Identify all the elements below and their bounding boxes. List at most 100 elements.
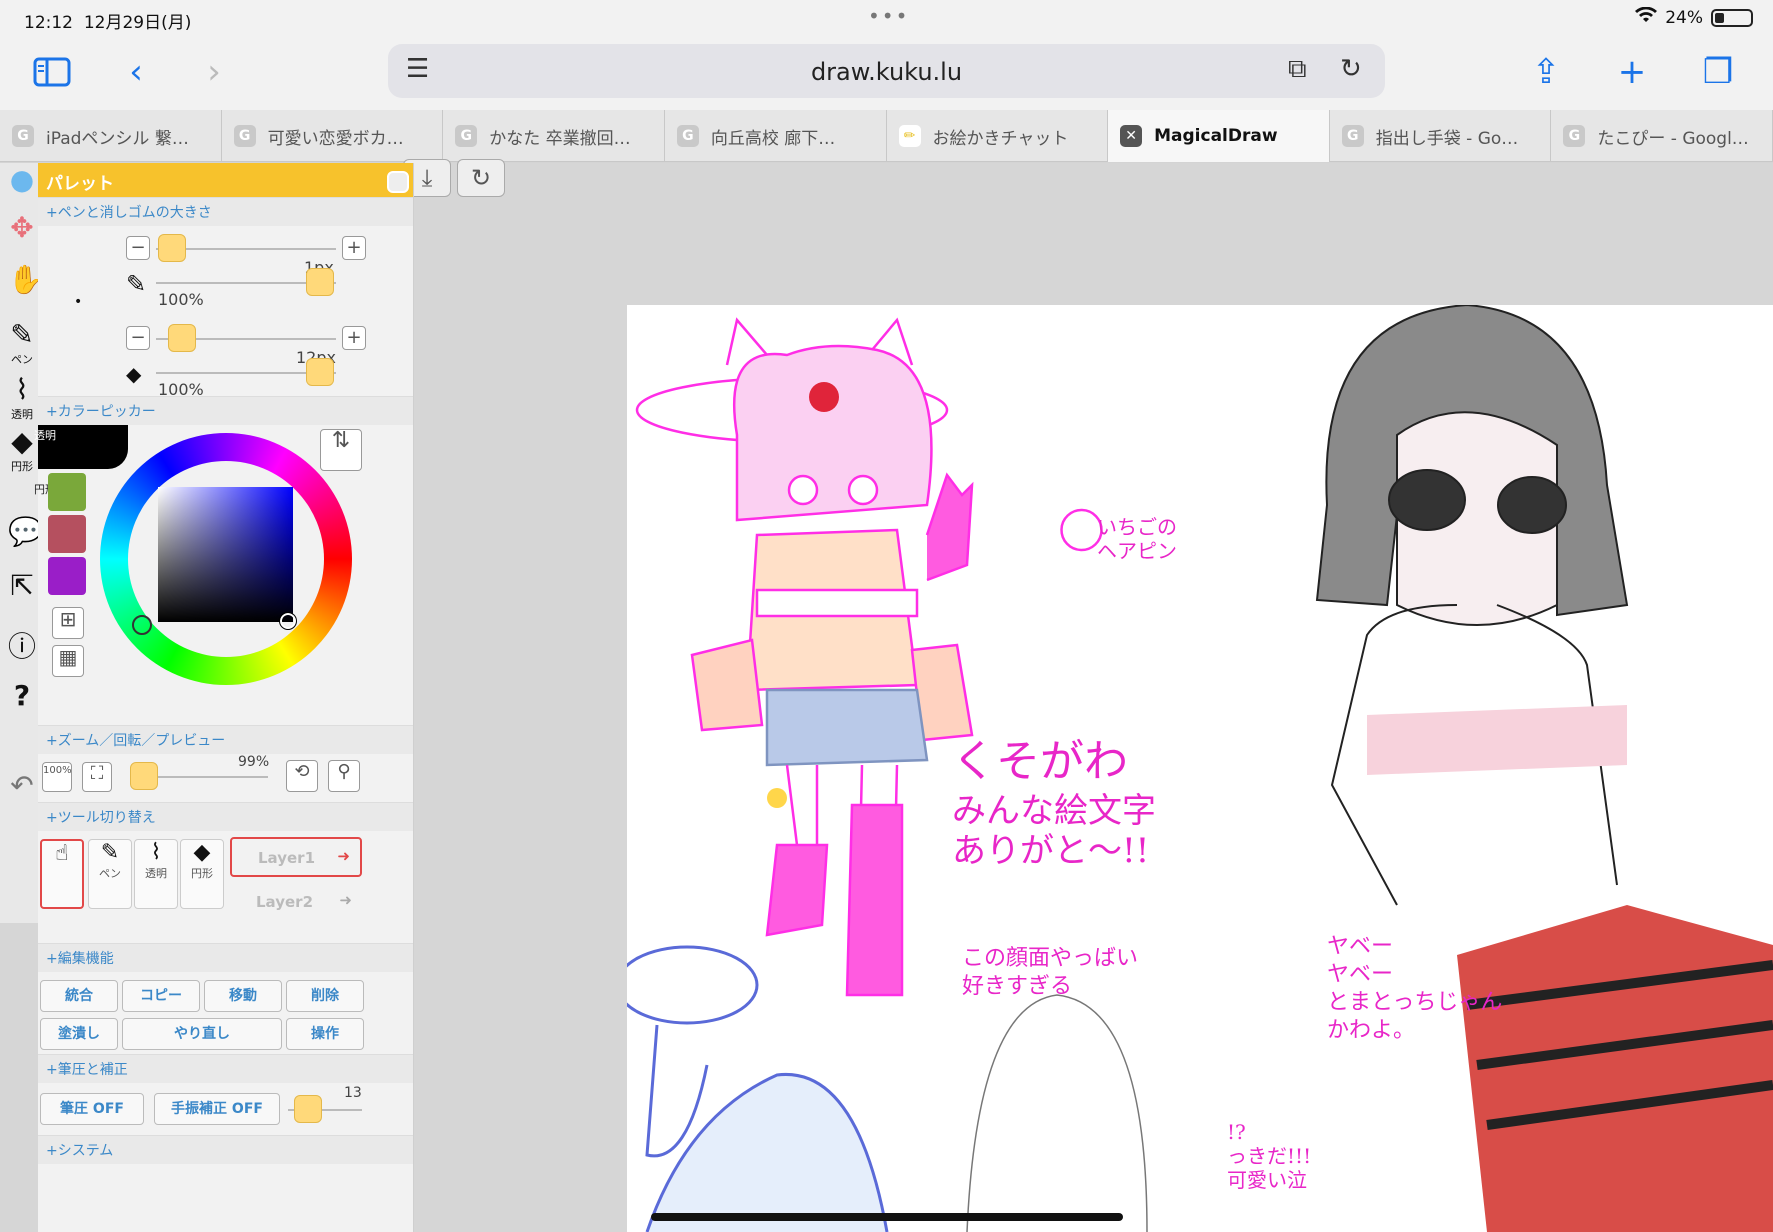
layer1-button[interactable]: Layer1 ➜ <box>230 837 362 877</box>
zoom-value: 99% <box>238 754 270 770</box>
swatch-menu-icon[interactable]: ▦ <box>52 645 84 677</box>
size-sliders: • − + 1px ✎ 100% − + 12px ◆ 100% <box>38 226 413 399</box>
canvas-top-buttons: ⤓ ↻ <box>403 159 505 197</box>
forward-icon[interactable]: › <box>190 48 238 96</box>
left-toolbar: ● ✥ ✋ ✎ ペン ⌇ 透明 ◆ 円形 💬 ⇱ ⓘ ? ↶ <box>0 163 43 923</box>
fit-screen-icon[interactable]: ⛶ <box>82 762 112 792</box>
reload-icon[interactable]: ↻ <box>1340 54 1362 84</box>
pen-tool-button[interactable]: ✎ ペン <box>88 839 132 909</box>
eraser-size-plus-button[interactable]: + <box>342 326 366 350</box>
move-arrows-icon[interactable]: ✥ <box>8 211 36 247</box>
section-tool-switch[interactable]: +ツール切り替え <box>38 802 413 831</box>
color-picker: 透明 円形 ⊞ ▦ ⇅ <box>34 425 413 725</box>
new-tab-icon[interactable]: + <box>1608 48 1656 96</box>
swatch-green[interactable] <box>48 473 86 511</box>
section-system[interactable]: +システム <box>38 1135 413 1164</box>
dropper-icon[interactable]: ⌇ 透明 <box>8 373 36 421</box>
tabs-overview-icon[interactable]: ❐ <box>1694 48 1742 96</box>
copy-button[interactable]: コピー <box>122 980 200 1012</box>
back-icon[interactable]: ‹ <box>112 48 160 96</box>
magicaldraw-page: ⤓ ↻ いちごの ヘアピン くそがわ みんな絵文字 ありがと〜!! この顔面やっ… <box>0 159 1773 1232</box>
pen-size-minus-button[interactable]: − <box>126 236 150 260</box>
drawing-canvas[interactable]: いちごの ヘアピン くそがわ みんな絵文字 ありがと〜!! この顔面やっばい 好… <box>627 305 1773 1232</box>
hand-icon: ☝ <box>55 841 69 866</box>
eraser-icon[interactable]: ◆ 円形 <box>8 425 36 473</box>
zoom-knob[interactable] <box>130 762 158 790</box>
canvas-text-face: この顔面やっばい 好きすぎる <box>962 946 1139 999</box>
google-icon: G <box>676 125 699 147</box>
palette-panel: パレット +ペンと消しゴムの大きさ • − + 1px ✎ 100% − + 1… <box>34 163 414 1232</box>
color-circle-icon[interactable]: ● <box>8 163 36 199</box>
pen-small-icon: ✎ <box>126 270 147 298</box>
browser-toolbar: ‹ › ☰ draw.kuku.lu ⧉ ↻ ⇪ + ❐ <box>0 36 1773 110</box>
multitask-dots-icon[interactable]: ••• <box>868 4 909 28</box>
exit-icon[interactable]: ⇱ <box>8 569 36 605</box>
tab-0[interactable]: GiPadペンシル 繋… <box>0 110 222 162</box>
google-icon: G <box>233 125 256 147</box>
redo-button[interactable]: やり直し <box>122 1018 282 1050</box>
tab-2[interactable]: G かなた 卒業撤回… <box>443 110 665 162</box>
eraser-opacity-knob[interactable] <box>306 358 334 386</box>
google-icon: G <box>455 125 478 147</box>
section-pressure[interactable]: +筆圧と補正 <box>38 1054 413 1083</box>
pen-size-plus-button[interactable]: + <box>342 236 366 260</box>
swatch-red[interactable] <box>48 515 86 553</box>
tab-6[interactable]: G 指出し手袋 - Go… <box>1330 110 1552 162</box>
section-zoom[interactable]: +ズーム／回転／プレビュー <box>38 725 413 754</box>
tab-4[interactable]: ✏ お絵かきチャット <box>887 110 1109 162</box>
url-text[interactable]: draw.kuku.lu <box>388 58 1385 86</box>
section-edit[interactable]: +編集機能 <box>38 943 413 972</box>
transparent-tool-button[interactable]: ⌇ 透明 <box>134 839 178 909</box>
section-color-picker[interactable]: +カラーピッカー <box>38 396 413 425</box>
dropper-icon: ⌇ <box>150 840 162 865</box>
tab-1[interactable]: G 可愛い恋愛ボカ… <box>222 110 444 162</box>
battery-icon <box>1711 8 1753 27</box>
eraser-size-knob[interactable] <box>168 324 196 352</box>
share-icon[interactable]: ⇪ <box>1522 48 1570 96</box>
pressure-off-button[interactable]: 筆圧 OFF <box>40 1093 144 1125</box>
help-icon[interactable]: ? <box>8 679 36 715</box>
eraser-size-minus-button[interactable]: − <box>126 326 150 350</box>
refresh-icon[interactable]: ↻ <box>457 159 505 197</box>
hand-tool-button[interactable]: ☝ <box>40 839 84 909</box>
tab-7[interactable]: G たこぴー - Googl… <box>1551 110 1773 162</box>
tab-3[interactable]: G 向丘高校 廊下… <box>665 110 887 162</box>
info-icon[interactable]: ⓘ <box>8 625 36 663</box>
layer2-button[interactable]: Layer2 ➜ <box>230 883 362 923</box>
red-striped-drawing <box>1457 905 1773 1232</box>
close-tab-icon[interactable]: ✕ <box>1120 125 1143 147</box>
move-button[interactable]: 移動 <box>204 980 282 1012</box>
section-pen-eraser-size[interactable]: +ペンと消しゴムの大きさ <box>38 197 413 226</box>
color-swap-icon[interactable]: ⇅ <box>320 429 362 471</box>
sidebar-icon[interactable] <box>28 48 76 96</box>
hue-cursor[interactable] <box>132 615 152 635</box>
preview-search-icon[interactable]: ⚲ <box>328 760 360 792</box>
pen-size-knob[interactable] <box>158 234 186 262</box>
add-swatch-icon[interactable]: ⊞ <box>52 607 84 639</box>
hand-icon[interactable]: ✋ <box>8 263 43 299</box>
rotate-icon[interactable]: ⟲ <box>286 760 318 792</box>
tab-5-active[interactable]: ✕ MagicalDraw <box>1108 110 1330 162</box>
undo-icon[interactable]: ↶ <box>8 769 36 805</box>
swatch-purple[interactable] <box>48 557 86 595</box>
saturation-value-square[interactable] <box>158 487 293 622</box>
eraser-icon: ◆ <box>193 840 211 865</box>
delete-button[interactable]: 削除 <box>286 980 364 1012</box>
home-indicator <box>651 1213 1123 1221</box>
canvas-drawing <box>627 305 1773 1232</box>
fill-button[interactable]: 塗潰し <box>40 1018 118 1050</box>
circle-tool-button[interactable]: ◆ 円形 <box>180 839 224 909</box>
merge-button[interactable]: 統合 <box>40 980 118 1012</box>
palette-close-button[interactable] <box>387 171 409 193</box>
pencil-favicon-icon: ✏ <box>898 125 921 147</box>
operate-button[interactable]: 操作 <box>286 1018 364 1050</box>
chat-icon[interactable]: 💬 <box>8 515 43 551</box>
zoom-reset-button[interactable]: 100% <box>42 762 72 792</box>
pen-opacity-knob[interactable] <box>306 268 334 296</box>
pen-icon[interactable]: ✎ ペン <box>8 318 36 366</box>
sv-cursor[interactable] <box>279 612 297 630</box>
stabilizer-off-button[interactable]: 手振補正 OFF <box>154 1093 280 1125</box>
stabilizer-knob[interactable] <box>294 1095 322 1123</box>
extension-icon[interactable]: ⧉ <box>1288 54 1307 85</box>
address-bar[interactable]: ☰ draw.kuku.lu ⧉ ↻ <box>388 44 1385 98</box>
